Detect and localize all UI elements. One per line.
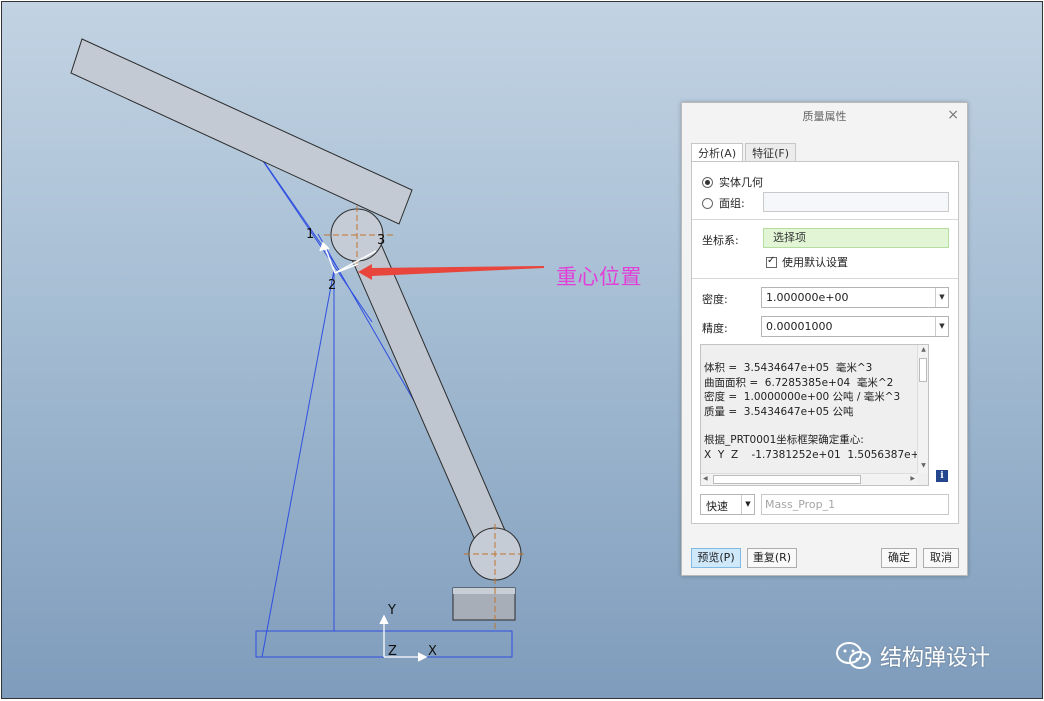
scroll-down-icon[interactable]: ▼ [918, 462, 928, 472]
csys-selector[interactable]: 选择项 [763, 228, 949, 248]
result-line: 体积 = 3.5434647e+05 毫米^3 [704, 362, 873, 375]
ok-button[interactable]: 确定 [881, 548, 917, 568]
use-default-label: 使用默认设置 [782, 256, 848, 269]
accuracy-label: 精度: [702, 322, 728, 335]
graphics-window[interactable]: Y Z X 1 2 3 重心位置 结构弹设计 质量属性 × 分析(A) 特征(F… [1, 1, 1043, 699]
tab-feature[interactable]: 特征(F) [745, 143, 797, 163]
horizontal-scrollbar[interactable]: ◀ ▶ [701, 473, 917, 485]
info-icon[interactable]: i [936, 470, 948, 482]
density-label: 密度: [702, 293, 728, 306]
accuracy-combo[interactable]: 0.00001000 ▼ [761, 316, 949, 337]
point-label-2: 2 [328, 278, 336, 293]
chevron-down-icon[interactable]: ▼ [935, 288, 948, 307]
quilt-field[interactable] [763, 192, 949, 212]
feature-name-field[interactable]: Mass_Prop_1 [761, 494, 949, 515]
csys-label: 坐标系: [702, 234, 739, 247]
axis-label-z: Z [388, 644, 397, 659]
upper-arm [70, 38, 413, 225]
density-combo[interactable]: 1.000000e+00 ▼ [761, 287, 949, 308]
result-line: 密度 = 1.0000000e+00 公吨 / 毫米^3 [704, 391, 901, 404]
results-box[interactable]: 体积 = 3.5434647e+05 毫米^3 曲面面积 = 6.7285385… [700, 344, 929, 486]
cancel-button[interactable]: 取消 [923, 548, 959, 568]
wechat-icon [836, 642, 871, 669]
radio-button[interactable] [702, 176, 713, 188]
chevron-down-icon[interactable]: ▼ [741, 495, 754, 514]
scroll-thumb[interactable] [919, 358, 927, 382]
result-line: 质量 = 3.5434647e+05 公吨 [704, 405, 854, 418]
dialog-title: 质量属性 [802, 110, 847, 123]
cog-callout-label: 重心位置 [556, 265, 642, 289]
axis-label-x: X [428, 644, 437, 659]
dialog-titlebar: 质量属性 × [682, 103, 967, 129]
vertical-scrollbar[interactable]: ▲ ▼ [917, 345, 928, 473]
scroll-left-icon[interactable]: ◀ [703, 475, 708, 482]
coordinate-system [379, 614, 428, 662]
close-icon[interactable]: × [947, 107, 959, 123]
axis-label-y: Y [387, 603, 396, 618]
results-text: 体积 = 3.5434647e+05 毫米^3 曲面面积 = 6.7285385… [704, 347, 918, 472]
radio-quilt[interactable]: 面组: [702, 195, 745, 211]
radio-button[interactable] [702, 197, 713, 209]
result-line: 根据_PRT0001坐标框架确定重心: [704, 434, 864, 447]
scroll-thumb[interactable] [713, 475, 861, 484]
radio-quilt-label: 面组: [719, 197, 745, 210]
chevron-down-icon[interactable]: ▼ [935, 317, 948, 336]
result-line: 曲面面积 = 6.7285385e+04 毫米^2 [704, 376, 894, 389]
mass-properties-dialog: 质量属性 × 分析(A) 特征(F) 实体几何 面组: 坐标系: 选择项 使用默… [681, 102, 968, 576]
scroll-up-icon[interactable]: ▲ [918, 346, 928, 356]
watermark-text: 结构弹设计 [880, 646, 991, 671]
mode-combo[interactable]: 快速 ▼ [700, 494, 755, 515]
checkbox[interactable] [766, 255, 777, 268]
mode-value: 快速 [706, 500, 728, 513]
scroll-right-icon[interactable]: ▶ [910, 475, 915, 482]
point-label-1: 1 [306, 227, 314, 242]
accuracy-value: 0.00001000 [766, 320, 833, 333]
repeat-button[interactable]: 重复(R) [747, 548, 797, 568]
watermark: 结构弹设计 [834, 640, 990, 672]
preview-button[interactable]: 预览(P) [691, 548, 741, 568]
radio-solid-label: 实体几何 [719, 176, 763, 189]
use-default-checkbox[interactable]: 使用默认设置 [766, 254, 848, 270]
radio-solid-geometry[interactable]: 实体几何 [702, 174, 763, 190]
result-line: X Y Z -1.7381252e+01 1.5056387e+02 [704, 448, 918, 461]
point-label-3: 3 [377, 233, 385, 248]
analysis-panel: 实体几何 面组: 坐标系: 选择项 使用默认设置 密度: 1.000000e+0… [691, 161, 959, 524]
density-value: 1.000000e+00 [766, 291, 849, 304]
